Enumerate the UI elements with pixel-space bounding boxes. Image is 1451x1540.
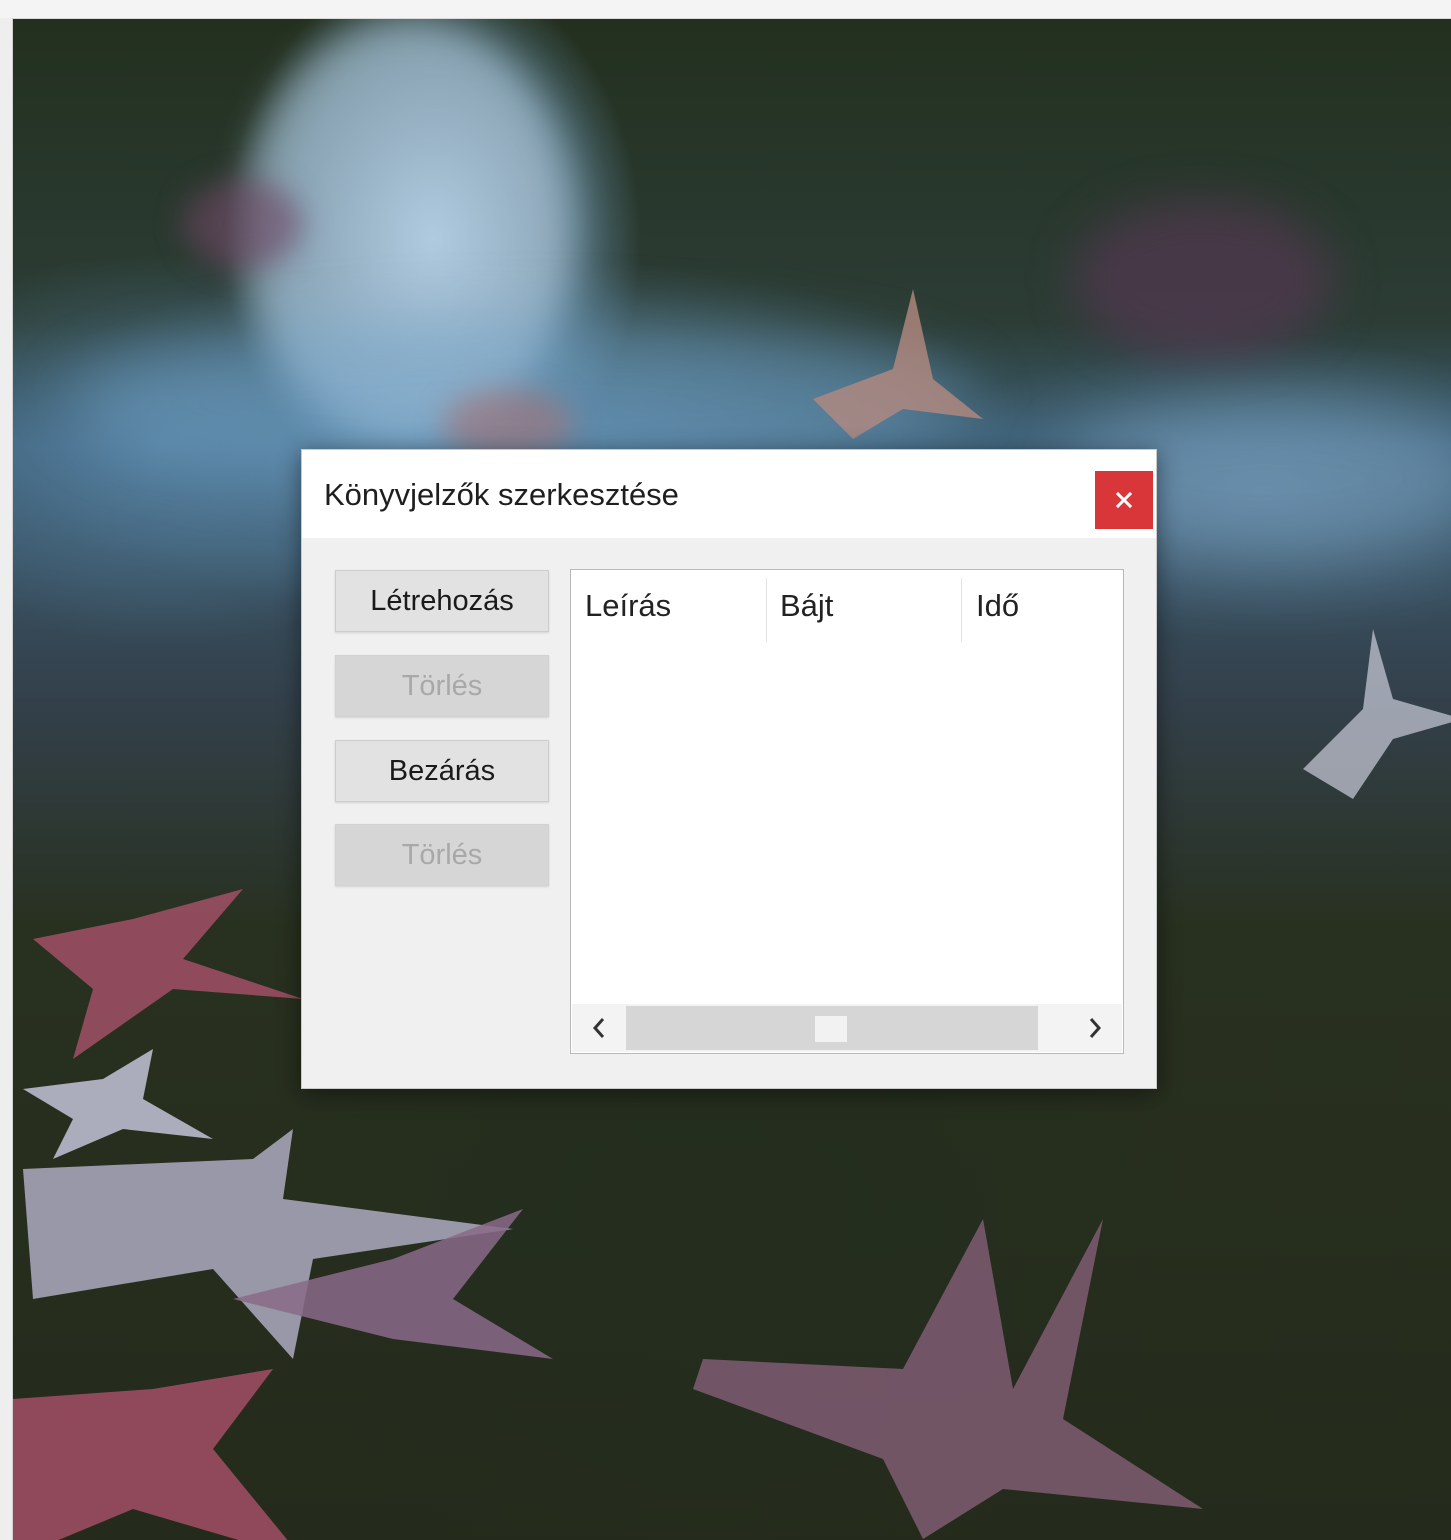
- chevron-left-icon: [592, 1018, 605, 1038]
- close-dialog-button[interactable]: Bezárás: [335, 740, 549, 802]
- column-header-description[interactable]: Leírás: [585, 588, 671, 624]
- starfish-decoration: [23, 1129, 553, 1359]
- create-button[interactable]: Létrehozás: [335, 570, 549, 632]
- window-top-border: [0, 0, 1451, 19]
- scroll-track[interactable]: [626, 1006, 1038, 1050]
- close-icon: [1115, 491, 1133, 509]
- scroll-left-button[interactable]: [572, 1004, 626, 1052]
- window-left-border: [0, 18, 13, 1540]
- starfish-decoration: [813, 289, 983, 439]
- chevron-right-icon: [1089, 1018, 1102, 1038]
- bookmark-list[interactable]: Leírás Bájt Idő: [570, 569, 1124, 1054]
- starfish-decoration: [693, 1219, 1203, 1539]
- delete-all-button[interactable]: Törlés: [335, 824, 549, 886]
- scroll-thumb[interactable]: [815, 1016, 847, 1042]
- scroll-right-button[interactable]: [1068, 1004, 1122, 1052]
- column-header-bytes[interactable]: Bájt: [780, 588, 833, 624]
- close-button[interactable]: [1095, 471, 1153, 529]
- starfish-decoration: [13, 1369, 288, 1540]
- delete-button[interactable]: Törlés: [335, 655, 549, 717]
- column-header-time[interactable]: Idő: [976, 588, 1019, 624]
- column-separator[interactable]: [961, 578, 962, 642]
- bookmark-dialog: Könyvjelzők szerkesztése Létrehozás Törl…: [301, 449, 1157, 1089]
- dialog-title: Könyvjelzők szerkesztése: [324, 477, 679, 512]
- horizontal-scrollbar[interactable]: [572, 1004, 1122, 1052]
- starfish-decoration: [1303, 629, 1451, 799]
- column-separator[interactable]: [766, 578, 767, 642]
- dialog-titlebar[interactable]: Könyvjelzők szerkesztése: [302, 450, 1156, 538]
